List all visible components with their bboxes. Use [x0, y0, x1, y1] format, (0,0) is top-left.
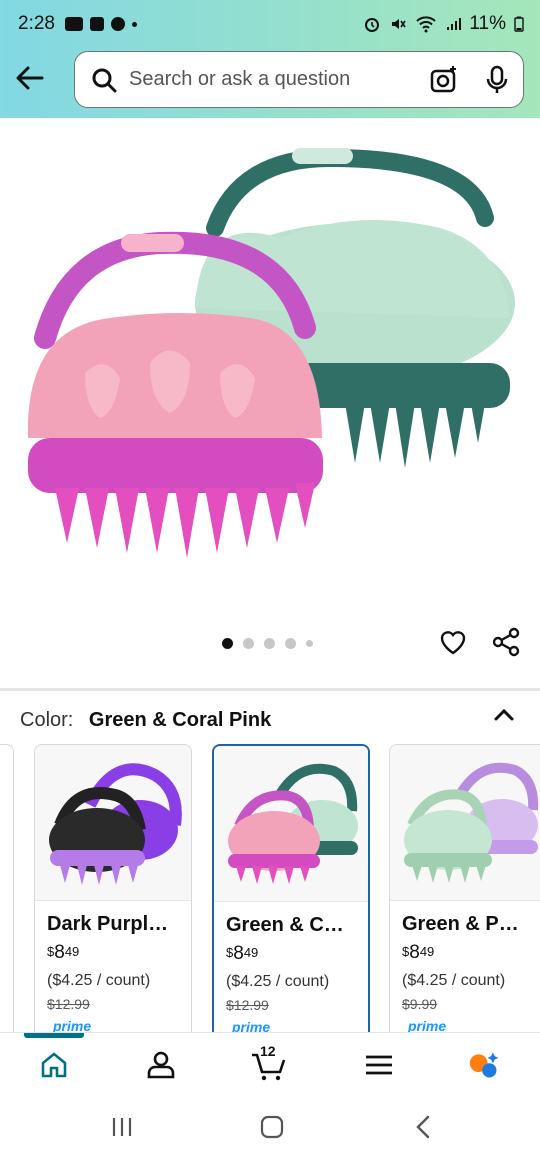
heart-icon[interactable] [439, 628, 467, 656]
variant-was-price: $12.99 [226, 997, 269, 1013]
color-label: Color: [20, 709, 74, 731]
color-selector-header: Color: Green & Coral Pink [20, 709, 271, 732]
notification-icons [64, 17, 137, 31]
variant-card[interactable]: Green & P… $849 ($4.25 / count) $9.99 pr… [389, 744, 540, 1034]
variant-unit-price: ($4.25 / count) [402, 972, 506, 989]
recent-apps-icon[interactable] [108, 1114, 136, 1140]
variant-name: Green & P… [402, 913, 519, 935]
home-button-icon[interactable] [258, 1114, 286, 1140]
back-arrow-icon[interactable] [14, 64, 46, 92]
variant-card-partial[interactable] [0, 744, 14, 1034]
camera-lens-icon[interactable] [429, 65, 459, 95]
variant-price: $849 [226, 943, 259, 964]
status-right: 11% [363, 13, 524, 35]
search-icon [92, 68, 117, 92]
cart-button[interactable]: 12 [250, 1043, 290, 1081]
variant-carousel[interactable]: Dark Purpl… $849 ($4.25 / count) $12.99 … [0, 744, 540, 1034]
signal-icon [447, 18, 462, 30]
selected-color: Green & Coral Pink [88, 709, 272, 731]
bottom-nav: 12 [0, 1032, 540, 1096]
carousel-dot[interactable] [306, 640, 313, 647]
search-input[interactable]: Search or ask a question [129, 68, 429, 91]
variant-price: $849 [47, 942, 80, 963]
microphone-icon[interactable] [485, 65, 509, 95]
top-bar: 2:28 11% Search or ask a question [0, 0, 540, 118]
variant-name: Green & C… [226, 914, 344, 936]
checkbox-icon [89, 17, 104, 31]
variant-image [214, 746, 368, 902]
account-icon[interactable] [145, 1049, 177, 1081]
section-divider [0, 688, 540, 691]
wifi-icon [416, 16, 437, 33]
product-image[interactable] [0, 118, 540, 688]
variant-name: Dark Purpl… [47, 913, 169, 935]
chevron-up-icon[interactable] [492, 704, 516, 724]
variant-image [35, 745, 191, 901]
status-bar: 2:28 11% [18, 10, 524, 38]
carousel-dot[interactable] [285, 638, 296, 649]
battery-percent: 11% [469, 13, 506, 34]
variant-image [390, 745, 540, 901]
carousel-dots[interactable] [222, 638, 313, 649]
carousel-dot[interactable] [222, 638, 233, 649]
back-button-icon[interactable] [410, 1114, 438, 1140]
variant-price: $849 [402, 942, 435, 963]
more-notifications-icon [131, 21, 137, 27]
variant-unit-price: ($4.25 / count) [226, 973, 330, 990]
carousel-dot[interactable] [264, 638, 275, 649]
system-nav-bar [0, 1096, 540, 1158]
home-icon[interactable] [38, 1049, 70, 1081]
cart-count: 12 [260, 1043, 276, 1059]
product-photo [27, 148, 515, 558]
menu-icon[interactable] [363, 1049, 395, 1081]
rufus-assistant-icon[interactable] [468, 1049, 500, 1081]
variant-was-price: $9.99 [402, 996, 438, 1012]
battery-icon [514, 16, 524, 32]
share-icon[interactable] [492, 627, 520, 657]
active-tab-indicator [24, 1033, 84, 1038]
pink-brush-illustration [27, 231, 323, 558]
variant-card-selected[interactable]: Green & C… $849 ($4.25 / count) $12.99 p… [212, 744, 370, 1034]
video-icon [64, 17, 83, 31]
variant-card[interactable]: Dark Purpl… $849 ($4.25 / count) $12.99 … [34, 744, 192, 1034]
alarm-icon [365, 18, 380, 32]
mute-icon [392, 19, 407, 29]
variant-was-price: $12.99 [47, 996, 90, 1012]
chat-icon [110, 17, 125, 31]
variant-unit-price: ($4.25 / count) [47, 972, 151, 989]
search-bar[interactable]: Search or ask a question [74, 51, 524, 108]
carousel-dot[interactable] [243, 638, 254, 649]
status-time: 2:28 [18, 13, 55, 34]
